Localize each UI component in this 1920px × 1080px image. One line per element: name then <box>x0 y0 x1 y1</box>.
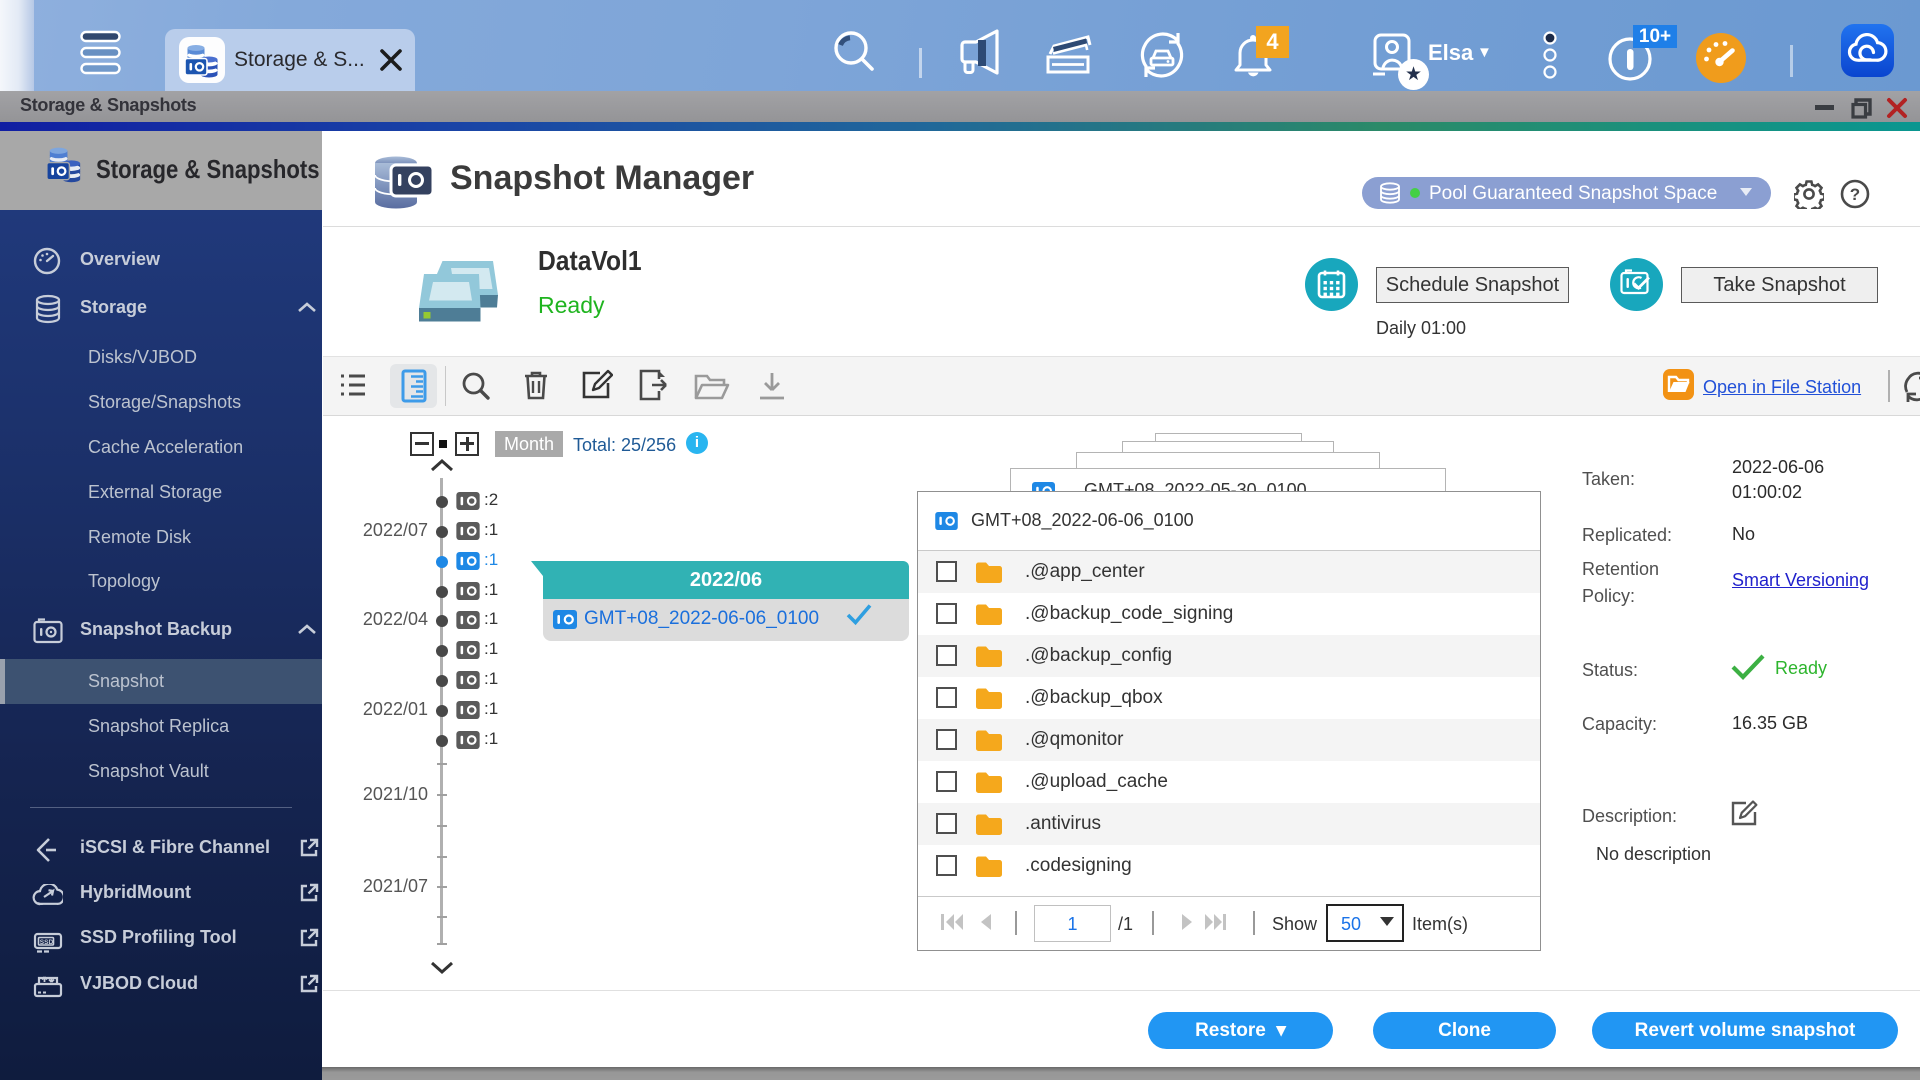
svg-text:SSD: SSD <box>40 939 54 946</box>
svg-text:?: ? <box>1850 185 1860 204</box>
